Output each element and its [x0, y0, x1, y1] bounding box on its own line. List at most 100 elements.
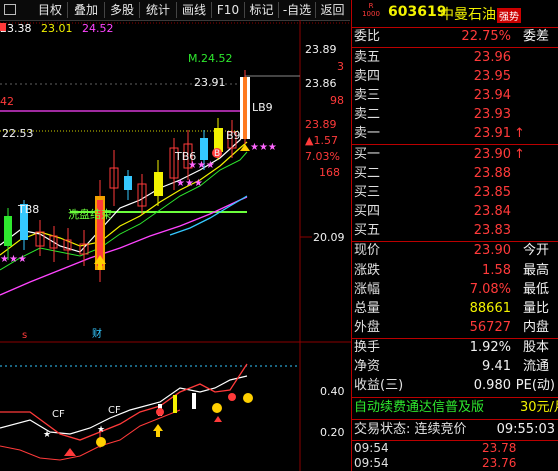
quote-panel: R 1000 603619 中曼石油 强势 委比 22.75% 委差 卖五 23…	[351, 0, 558, 471]
ask-row-1[interactable]: 卖一 23.91 ↑	[352, 124, 558, 144]
ask-row-5[interactable]: 卖五 23.96	[352, 48, 558, 68]
tick-price: 23.76	[482, 456, 517, 470]
weibi-row: 委比 22.75% 委差	[352, 27, 558, 47]
stat-value: 1.58	[482, 263, 511, 278]
bid-row-5[interactable]: 买五 23.83	[352, 221, 558, 241]
promo-text[interactable]: 自动续费通达信普及版	[354, 398, 484, 418]
stat-label: 现价	[354, 243, 381, 258]
toolbar-button-f10[interactable]: F10	[212, 2, 245, 18]
kline-chart[interactable]: ★★★ ★★★ ★★★ ★★★ ★ ★ 23.38 23.01 24.52 23…	[0, 20, 351, 471]
toolbar-button-statistics[interactable]: 统计	[140, 2, 177, 18]
toolbar-button-back[interactable]: 返回	[316, 2, 349, 18]
bid-row-3[interactable]: 买三 23.85	[352, 183, 558, 203]
stat-label: 换手	[354, 340, 381, 355]
ask-row-3[interactable]: 卖三 23.94	[352, 86, 558, 106]
svg-text:★: ★	[97, 425, 105, 435]
price-axis-label: 23.89	[305, 43, 337, 56]
price-axis-label: 98	[330, 94, 344, 107]
stock-name: 中曼石油	[440, 7, 496, 23]
event-marker: s	[22, 330, 28, 341]
stat-value: 56727	[469, 320, 511, 335]
bid-price: 23.90	[473, 147, 511, 162]
financial-report-marker: 财	[92, 329, 102, 340]
ask-price: 23.95	[473, 69, 511, 84]
washout-end-label: 洗盘结束	[68, 208, 112, 221]
stat-right-label: 最高	[522, 263, 549, 278]
ma-label: M.24.52	[188, 52, 233, 65]
trading-status-row: 交易状态: 连续竞价 09:55:03	[352, 420, 558, 440]
ask-price: 23.93	[473, 107, 511, 122]
bid-label: 买二	[354, 166, 381, 181]
kline-chart-canvas: ★★★ ★★★ ★★★ ★★★ ★ ★	[0, 20, 351, 471]
bid-price: 23.85	[473, 185, 511, 200]
ma20-value: 24.52	[82, 22, 114, 35]
price-axis-label: 23.86	[305, 77, 337, 90]
ask-label: 卖一	[354, 126, 381, 141]
stat-row-change-pct: 涨幅 7.08% 最低	[352, 280, 558, 300]
bid-label: 买五	[354, 223, 381, 238]
promo-banner[interactable]: 自动续费通达信普及版 30元/月	[352, 398, 558, 418]
current-price-tag: 23.91	[194, 76, 226, 89]
bid-label: 买四	[354, 204, 381, 219]
svg-text:★★★: ★★★	[176, 178, 203, 189]
bid-label: 买三	[354, 185, 381, 200]
weicha-label: 委差	[522, 29, 549, 44]
stat-label: 收益(三)	[354, 378, 404, 393]
up-arrow-icon: ↑	[514, 126, 525, 141]
stat-label: 外盘	[354, 320, 381, 335]
price-change-pct: 7.03%	[305, 150, 340, 163]
svg-text:★★★: ★★★	[250, 142, 277, 153]
stat-label: 涨幅	[354, 282, 381, 297]
trading-status-time: 09:55:03	[496, 422, 555, 437]
toolbar-button-quanxi[interactable]: 目权	[33, 2, 68, 18]
ma10-value: 23.01	[41, 22, 73, 35]
stat-label: 涨跌	[354, 263, 381, 278]
bid-label: 买一	[354, 147, 381, 162]
tick-row: 09:54 23.76	[352, 456, 558, 471]
chart-toolbar: 目权 叠加 多股 统计 画线 F10 标记 -自选 返回	[0, 0, 350, 21]
bid-row-2[interactable]: 买二 23.88	[352, 164, 558, 184]
tick-row: 09:54 23.78	[352, 441, 558, 456]
ask-row-4[interactable]: 卖四 23.95	[352, 67, 558, 87]
stat-value: 23.90	[473, 243, 511, 258]
ma-marker-icon	[0, 23, 6, 31]
left-level-label-2: 42	[0, 95, 14, 108]
strength-badge: 强势	[497, 8, 521, 23]
window-icon[interactable]	[4, 4, 16, 15]
stat-row-outer: 外盘 56727 内盘	[352, 318, 558, 338]
stat-label: 净资	[354, 359, 381, 374]
signal-tag: B9	[226, 129, 241, 142]
price-change-label: ▲1.57	[305, 134, 338, 147]
promo-price[interactable]: 30元/月	[520, 398, 558, 418]
stat-value: 0.980	[473, 378, 511, 393]
stat-label: 总量	[354, 301, 381, 316]
stat-right-label: 今开	[522, 243, 549, 258]
market-code-badge: R 1000	[354, 2, 388, 23]
signal-tag: TB8	[18, 203, 40, 216]
weibi-label: 委比	[354, 29, 381, 44]
toolbar-button-mark[interactable]: 标记	[245, 2, 279, 18]
toolbar-button-overlay[interactable]: 叠加	[68, 2, 105, 18]
toolbar-button-watchlist[interactable]: -自选	[279, 2, 316, 18]
weibi-value: 22.75%	[461, 29, 511, 44]
stat-right-label: 流通	[522, 359, 549, 374]
stat-value: 7.08%	[469, 282, 511, 297]
toolbar-button-multi-stock[interactable]: 多股	[105, 2, 140, 18]
ask-row-2[interactable]: 卖二 23.93	[352, 105, 558, 125]
stat-row-net-assets: 净资 9.41 流通	[352, 357, 558, 377]
price-axis-label: 23.89	[305, 118, 337, 131]
bid-row-4[interactable]: 买四 23.84	[352, 202, 558, 222]
stat-right-label: 股本	[522, 340, 549, 355]
stat-row-change: 涨跌 1.58 最高	[352, 261, 558, 281]
bid-price: 23.84	[473, 204, 511, 219]
tick-time: 09:54	[354, 456, 389, 470]
signal-tag: TB6	[175, 150, 197, 163]
bid-row-1[interactable]: 买一 23.90 ↑	[352, 145, 558, 165]
stat-value: 88661	[469, 301, 511, 316]
sub-axis-label: 0.20	[320, 426, 345, 439]
price-axis-label: 3	[337, 60, 344, 73]
stat-right-label: PE(动)	[515, 378, 555, 393]
cf-label: CF	[52, 409, 65, 420]
ask-price: 23.96	[473, 50, 511, 65]
toolbar-button-draw-line[interactable]: 画线	[177, 2, 212, 18]
